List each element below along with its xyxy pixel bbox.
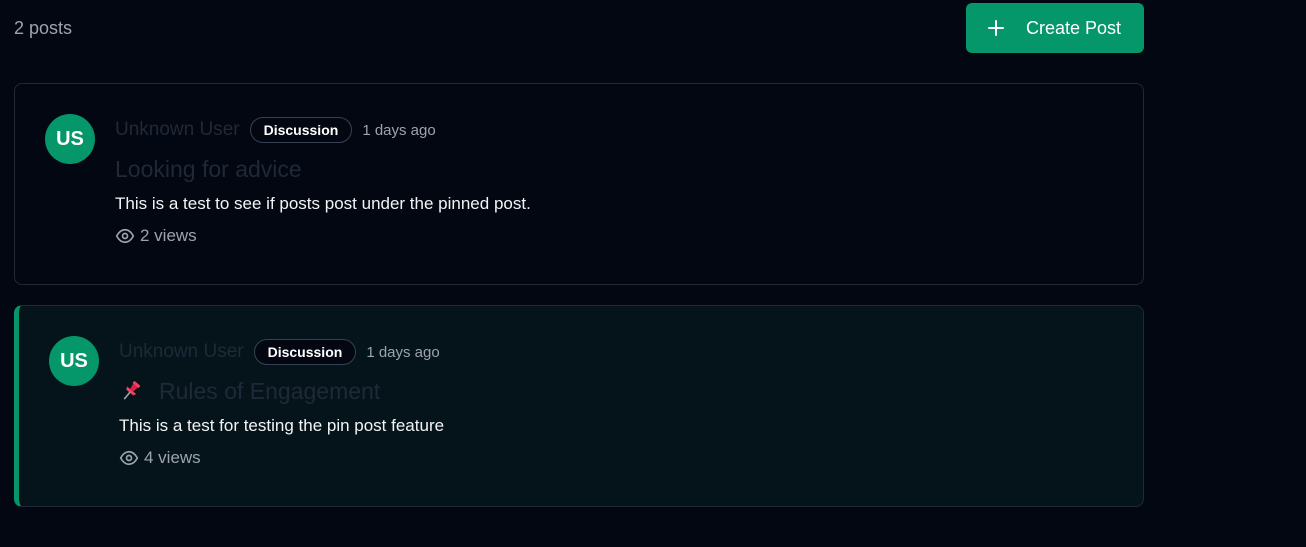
eye-icon <box>119 450 139 466</box>
post-title-text: Looking for advice <box>115 155 302 182</box>
post-meta: Unknown User Discussion 1 days ago <box>119 338 1123 366</box>
avatar[interactable]: US <box>45 114 95 164</box>
post-title[interactable]: Looking for advice <box>115 154 1123 184</box>
post-meta: Unknown User Discussion 1 days ago <box>115 116 1123 144</box>
category-badge[interactable]: Discussion <box>253 339 357 365</box>
post-author[interactable]: Unknown User <box>115 119 240 141</box>
views-count: 4 views <box>144 448 201 467</box>
eye-icon <box>115 228 135 244</box>
category-badge[interactable]: Discussion <box>249 117 353 143</box>
post-timestamp: 1 days ago <box>366 343 440 361</box>
post-count: 2 posts <box>14 18 73 38</box>
posts-header: 2 posts Create Post <box>14 3 1144 53</box>
create-post-button[interactable]: Create Post <box>966 3 1144 53</box>
post-views: 2 views <box>115 226 1123 246</box>
pushpin-icon <box>123 381 141 400</box>
forum-page: 2 posts Create Post US Unknown User Disc… <box>0 0 1306 547</box>
post-timestamp: 1 days ago <box>362 121 436 139</box>
plus-icon <box>988 20 1004 36</box>
post-title[interactable]: Rules of Engagement <box>119 376 1123 406</box>
post-content: Unknown User Discussion 1 days ago Looki… <box>115 116 1123 246</box>
pinned-post-card[interactable]: US Unknown User Discussion 1 days ago Ru… <box>14 305 1144 507</box>
views-count: 2 views <box>140 226 197 245</box>
avatar[interactable]: US <box>49 336 99 386</box>
post-title-text: Rules of Engagement <box>159 377 381 404</box>
avatar-initials: US <box>60 349 88 372</box>
create-post-label: Create Post <box>1026 17 1122 38</box>
avatar-initials: US <box>56 127 84 150</box>
post-author[interactable]: Unknown User <box>119 341 244 363</box>
post-card[interactable]: US Unknown User Discussion 1 days ago Lo… <box>14 83 1144 285</box>
post-content: Unknown User Discussion 1 days ago Rules… <box>119 338 1123 468</box>
post-body: This is a test to see if posts post unde… <box>115 194 531 213</box>
post-body: This is a test for testing the pin post … <box>119 416 445 435</box>
post-views: 4 views <box>119 448 1123 468</box>
